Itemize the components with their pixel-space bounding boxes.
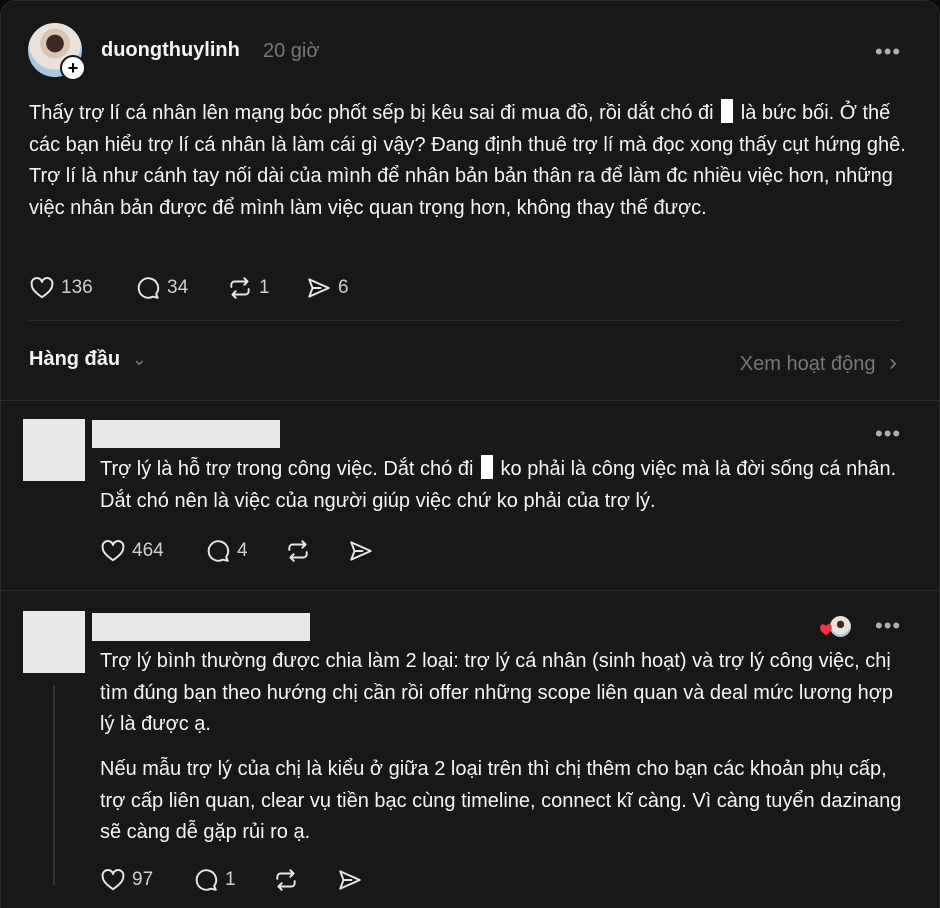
divider	[29, 320, 901, 321]
send-icon	[350, 541, 372, 561]
reply-text: Trợ lý là hỗ trợ trong công việc. Dắt ch…	[100, 454, 910, 517]
repost-button[interactable]: 1	[227, 275, 270, 301]
chevron-right-icon: ›	[889, 349, 897, 376]
reply-avatar-redacted[interactable]	[23, 611, 85, 673]
comment-icon	[137, 277, 160, 299]
redaction-bar	[480, 455, 493, 479]
chevron-down-icon: ⌄	[131, 349, 147, 369]
divider	[1, 400, 939, 401]
reply-more-icon[interactable]: •••	[875, 615, 901, 637]
reply-username-redacted[interactable]	[92, 613, 310, 641]
post-time: 20 giờ	[263, 40, 320, 62]
reply-like-count: 464	[132, 540, 164, 561]
repost-count: 1	[259, 277, 270, 298]
view-activity-link[interactable]: Xem hoạt động ›	[740, 349, 897, 377]
sort-label: Hàng đầu	[29, 348, 121, 370]
reply-comment-count: 4	[237, 540, 248, 561]
redaction-bar	[721, 99, 734, 123]
sort-dropdown[interactable]: Hàng đầu ⌄	[29, 348, 147, 371]
follow-plus-icon[interactable]: +	[60, 55, 86, 81]
reply-username-redacted[interactable]	[92, 420, 280, 448]
reply-paragraph-2: Nếu mẫu trợ lý của chị là kiểu ở giữa 2 …	[100, 758, 902, 843]
reply-like-button[interactable]: 464	[100, 538, 164, 564]
author-avatar[interactable]: +	[28, 23, 86, 81]
divider	[1, 590, 939, 591]
heart-icon	[101, 869, 125, 891]
post-more-icon[interactable]: •••	[875, 41, 901, 63]
comment-button[interactable]: 34	[135, 275, 188, 301]
comment-icon	[207, 540, 230, 562]
reply-repost-button[interactable]	[285, 538, 311, 564]
reply-comment-button[interactable]: 1	[193, 867, 236, 893]
reply-avatar-redacted[interactable]	[23, 419, 85, 481]
comment-count: 34	[167, 277, 189, 298]
reply-like-count: 97	[132, 869, 154, 890]
reply-paragraph-1: Trợ lý bình thường được chia làm 2 loại:…	[100, 650, 894, 735]
thread-line	[53, 685, 55, 885]
reply-repost-button[interactable]	[273, 867, 299, 893]
repost-icon	[230, 277, 250, 299]
send-icon	[308, 278, 330, 298]
heart-icon	[101, 540, 125, 562]
author-username[interactable]: duongthuylinh	[101, 39, 240, 62]
send-icon	[339, 870, 361, 890]
reply-share-button[interactable]	[337, 867, 363, 893]
thread-card: + duongthuylinh 20 giờ ••• Thấy trợ lí c…	[0, 0, 940, 908]
reply-share-button[interactable]	[348, 538, 374, 564]
view-activity-label: Xem hoạt động	[739, 353, 876, 375]
reply-like-button[interactable]: 97	[100, 867, 153, 893]
liked-heart-icon	[820, 624, 832, 636]
repost-icon	[276, 869, 296, 891]
comment-icon	[195, 869, 218, 891]
reply-comment-button[interactable]: 4	[205, 538, 248, 564]
heart-icon	[30, 277, 54, 299]
author-liked-indicator	[819, 615, 852, 638]
repost-icon	[288, 540, 308, 562]
share-count: 6	[338, 277, 349, 298]
reply-comment-count: 1	[225, 869, 236, 890]
post-text: Thấy trợ lí cá nhân lên mạng bóc phốt sế…	[29, 98, 909, 224]
reply-text-part-1: Trợ lý là hỗ trợ trong công việc. Dắt ch…	[100, 458, 474, 480]
reply-more-icon[interactable]: •••	[875, 423, 901, 445]
like-button[interactable]: 136	[29, 275, 93, 301]
post-text-part-1: Thấy trợ lí cá nhân lên mạng bóc phốt sế…	[29, 102, 714, 124]
like-count: 136	[61, 277, 93, 298]
share-button[interactable]: 6	[306, 275, 349, 301]
